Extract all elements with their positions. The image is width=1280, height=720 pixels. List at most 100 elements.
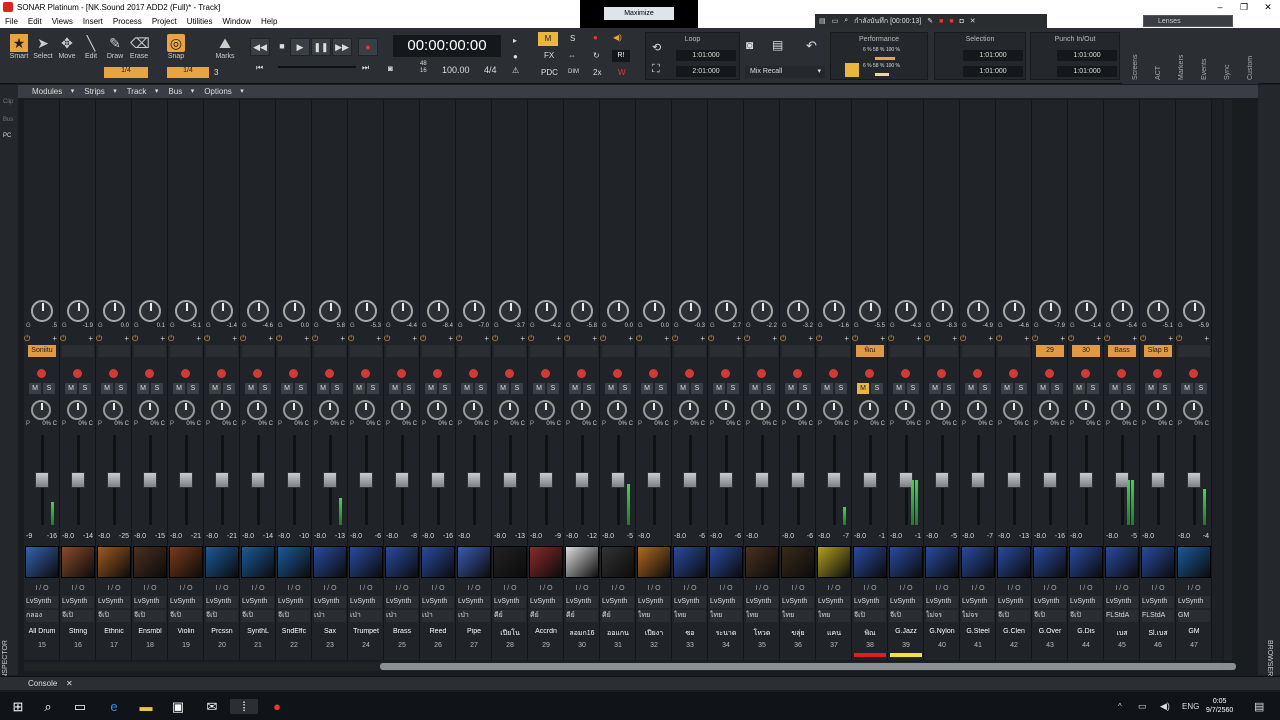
restore-button[interactable]: ❐ — [1232, 0, 1256, 14]
track-name[interactable]: เปียโน — [492, 628, 528, 639]
gain-knob[interactable] — [1039, 300, 1061, 322]
solo-button[interactable]: S — [547, 383, 559, 394]
loop-toggle-icon[interactable]: ⟲ — [652, 41, 661, 54]
fx-bin-header[interactable]: ⏻ + — [1104, 334, 1140, 344]
track-image[interactable] — [637, 546, 671, 578]
track-name[interactable]: ลอมก16 — [564, 628, 600, 639]
volume-fader-handle[interactable] — [539, 472, 553, 488]
mute-button[interactable]: M — [425, 383, 437, 394]
fx-bin-header[interactable]: ⏻ + — [24, 334, 60, 344]
add-fx-icon[interactable]: + — [304, 334, 309, 343]
track-image[interactable] — [61, 546, 95, 578]
add-fx-icon[interactable]: + — [88, 334, 93, 343]
record-arm-button[interactable] — [793, 369, 802, 378]
record-button[interactable]: ● — [358, 38, 378, 56]
input-selector[interactable]: LvSynth — [1070, 596, 1102, 608]
output-selector[interactable]: จีเปิ — [278, 610, 310, 622]
record-icon[interactable]: ■ — [949, 18, 953, 25]
track-image[interactable] — [349, 546, 383, 578]
mute-button[interactable]: M — [965, 383, 977, 394]
volume-fader-handle[interactable] — [467, 472, 481, 488]
track-image[interactable] — [133, 546, 167, 578]
camera-icon[interactable]: ◘ — [960, 18, 964, 25]
pan-knob[interactable] — [1183, 400, 1203, 420]
folder-icon[interactable]: ▭ — [832, 17, 839, 25]
fx-bin-header[interactable]: ⏻ + — [456, 334, 492, 344]
pdc-button[interactable]: PDC — [541, 68, 558, 77]
track-name[interactable]: Sl.เบส — [1140, 628, 1176, 639]
input-selector[interactable]: LvSynth — [566, 596, 598, 608]
mute-button[interactable]: M — [497, 383, 509, 394]
mute-button[interactable]: M — [533, 383, 545, 394]
record-arm-button[interactable] — [109, 369, 118, 378]
solo-button[interactable]: S — [259, 383, 271, 394]
solo-button[interactable]: S — [583, 383, 595, 394]
mute-button[interactable]: M — [389, 383, 401, 394]
fx-slot-empty[interactable] — [998, 345, 1030, 357]
side-tab-sync[interactable]: Sync — [1224, 32, 1231, 80]
record-arm-button[interactable] — [397, 369, 406, 378]
record-arm-button[interactable] — [505, 369, 514, 378]
mute-button[interactable]: M — [605, 383, 617, 394]
record-arm-button[interactable] — [757, 369, 766, 378]
fx-slot-empty[interactable] — [314, 345, 346, 357]
track-name[interactable]: Prcssn — [204, 628, 240, 635]
solo-button[interactable]: S — [331, 383, 343, 394]
menu-modules[interactable]: Modules — [18, 87, 75, 96]
mute-button[interactable]: M — [821, 383, 833, 394]
record-arm-button[interactable] — [181, 369, 190, 378]
gain-knob[interactable] — [895, 300, 917, 322]
add-fx-icon[interactable]: + — [1060, 334, 1065, 343]
undo-icon[interactable]: ↶ — [806, 38, 817, 54]
input-selector[interactable]: LvSynth — [890, 596, 922, 608]
loop-start[interactable]: 1:01:000 — [676, 50, 736, 61]
notifications-icon[interactable]: ▤ — [1254, 700, 1264, 713]
track-image[interactable] — [25, 546, 59, 578]
output-selector[interactable]: เป่า — [386, 610, 418, 622]
track-name[interactable]: Trumpet — [348, 628, 384, 635]
track-image[interactable] — [817, 546, 851, 578]
fx-slot-empty[interactable] — [602, 345, 634, 357]
input-selector[interactable]: LvSynth — [350, 596, 382, 608]
input-selector[interactable]: LvSynth — [998, 596, 1030, 608]
network-icon[interactable]: ▭ — [1138, 701, 1147, 712]
input-selector[interactable]: LvSynth — [1142, 596, 1174, 608]
lenses-dropdown[interactable]: Lenses — [1143, 15, 1233, 27]
add-fx-icon[interactable]: + — [880, 334, 885, 343]
solo-button[interactable]: S — [979, 383, 991, 394]
add-fx-icon[interactable]: + — [160, 334, 165, 343]
record-arm-button[interactable] — [721, 369, 730, 378]
volume-fader-handle[interactable] — [935, 472, 949, 488]
pan-knob[interactable] — [751, 400, 771, 420]
record-arm-button[interactable] — [649, 369, 658, 378]
snap-value[interactable]: 1/4 — [167, 67, 209, 78]
add-fx-icon[interactable]: + — [700, 334, 705, 343]
add-fx-icon[interactable]: + — [628, 334, 633, 343]
output-selector[interactable]: คีย์ — [566, 610, 598, 622]
output-selector[interactable]: GM — [1178, 610, 1210, 622]
fx-bin-header[interactable]: ⏻ + — [708, 334, 744, 344]
gain-knob[interactable] — [1147, 300, 1169, 322]
add-fx-icon[interactable]: + — [592, 334, 597, 343]
taskbar-app-icon[interactable]: ⁞ — [230, 699, 258, 714]
mute-button[interactable]: M — [641, 383, 653, 394]
side-tab-custom[interactable]: Custom — [1247, 32, 1254, 80]
mute-button[interactable]: M — [173, 383, 185, 394]
solo-button[interactable]: S — [1051, 383, 1063, 394]
solo-button[interactable]: S — [367, 383, 379, 394]
solo-button[interactable]: S — [1159, 383, 1171, 394]
track-image[interactable] — [457, 546, 491, 578]
fx-slot-empty[interactable] — [818, 345, 850, 357]
mute-button[interactable]: M — [461, 383, 473, 394]
mute-button[interactable]: M — [677, 383, 689, 394]
gain-knob[interactable] — [679, 300, 701, 322]
input-selector[interactable]: LvSynth — [278, 596, 310, 608]
selection-end[interactable]: 1:01:000 — [963, 66, 1023, 77]
track-image[interactable] — [673, 546, 707, 578]
add-fx-icon[interactable]: + — [916, 334, 921, 343]
tempo-value[interactable]: 100.00 — [442, 65, 470, 75]
volume-fader-handle[interactable] — [719, 472, 733, 488]
volume-fader-handle[interactable] — [71, 472, 85, 488]
add-fx-icon[interactable]: + — [232, 334, 237, 343]
add-fx-icon[interactable]: + — [340, 334, 345, 343]
